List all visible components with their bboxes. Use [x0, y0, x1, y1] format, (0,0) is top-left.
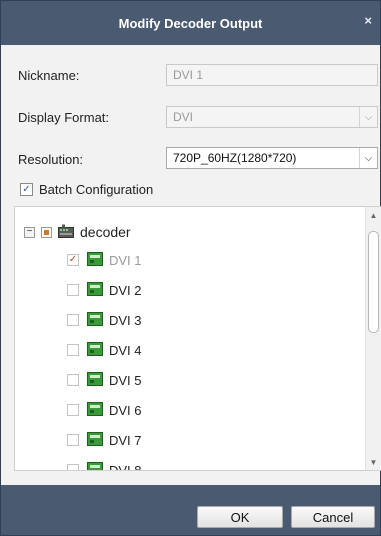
tree-item-dvi-2[interactable]: DVI 2	[67, 280, 142, 300]
tree-item-dvi-7[interactable]: DVI 7	[67, 430, 142, 450]
item-checkbox[interactable]	[67, 464, 79, 470]
item-label: DVI 2	[109, 282, 142, 298]
monitor-output-icon	[87, 281, 103, 299]
resolution-select[interactable]: 720P_60HZ(1280*720) ⌵	[166, 147, 378, 169]
display-format-select: DVI ⌵	[166, 106, 378, 128]
monitor-output-icon	[87, 251, 103, 269]
scroll-down-icon[interactable]: ▼	[366, 454, 381, 470]
tree-item-dvi-4[interactable]: DVI 4	[67, 340, 142, 360]
ok-button[interactable]: OK	[197, 506, 283, 528]
item-label: DVI 3	[109, 312, 142, 328]
item-label: DVI 1	[109, 252, 142, 268]
item-checkbox[interactable]	[67, 314, 79, 326]
item-label: DVI 7	[109, 432, 142, 448]
display-format-value: DVI	[173, 110, 194, 124]
item-label: DVI 5	[109, 372, 142, 388]
item-checkbox[interactable]	[67, 284, 79, 296]
scrollbar-thumb[interactable]	[368, 231, 379, 333]
minus-expander-icon[interactable]: −	[24, 226, 35, 238]
tree-scrollbar[interactable]: ▲ ▼	[365, 207, 381, 470]
item-label: DVI 6	[109, 402, 142, 418]
monitor-output-icon	[87, 341, 103, 359]
decoder-device-icon	[58, 224, 74, 241]
title-bar: Modify Decoder Output ×	[1, 1, 380, 45]
item-checkbox[interactable]	[67, 434, 79, 446]
monitor-output-icon	[87, 431, 103, 449]
modify-decoder-output-dialog: Modify Decoder Output × Nickname: DVI 1 …	[0, 0, 381, 536]
chevron-down-icon: ⌵	[359, 107, 377, 127]
dialog-title: Modify Decoder Output	[118, 15, 263, 31]
item-checkbox[interactable]: ✓	[67, 254, 79, 266]
resolution-label: Resolution:	[18, 152, 84, 167]
batch-configuration-checkbox[interactable]: ✓	[20, 183, 33, 196]
tree-item-dvi-3[interactable]: DVI 3	[67, 310, 142, 330]
monitor-output-icon	[87, 371, 103, 389]
item-checkbox[interactable]	[67, 404, 79, 416]
item-label: DVI 4	[109, 342, 142, 358]
nickname-value: DVI 1	[173, 68, 204, 82]
tree-item-dvi-8[interactable]: DVI 8	[67, 460, 142, 471]
tree-root-decoder[interactable]: − decoder	[24, 222, 131, 242]
tree-item-dvi-1[interactable]: ✓ DVI 1	[67, 250, 142, 270]
monitor-output-icon	[87, 401, 103, 419]
display-format-label: Display Format:	[18, 110, 110, 125]
tree-root-label: decoder	[80, 224, 131, 240]
monitor-output-icon	[87, 461, 103, 470]
batch-configuration-label: Batch Configuration	[39, 182, 154, 197]
chevron-down-icon[interactable]: ⌵	[359, 148, 377, 168]
monitor-output-icon	[87, 311, 103, 329]
tree-item-dvi-5[interactable]: DVI 5	[67, 370, 142, 390]
dialog-footer: OK Cancel	[1, 485, 380, 535]
nickname-label: Nickname:	[18, 68, 80, 83]
tree-item-dvi-6[interactable]: DVI 6	[67, 400, 142, 420]
nickname-field: DVI 1	[166, 64, 378, 86]
cancel-button[interactable]: Cancel	[291, 506, 375, 528]
item-checkbox[interactable]	[67, 374, 79, 386]
item-label: DVI 8	[109, 462, 142, 471]
partial-checkbox[interactable]	[41, 226, 52, 238]
item-checkbox[interactable]	[67, 344, 79, 356]
scroll-up-icon[interactable]: ▲	[366, 207, 381, 223]
device-tree: − decoder ✓ DVI 1 DVI 2 DVI 3 DVI 4 DVI …	[14, 206, 381, 471]
resolution-value: 720P_60HZ(1280*720)	[173, 151, 297, 165]
batch-configuration[interactable]: ✓ Batch Configuration	[20, 182, 153, 197]
close-icon[interactable]: ×	[364, 14, 372, 28]
